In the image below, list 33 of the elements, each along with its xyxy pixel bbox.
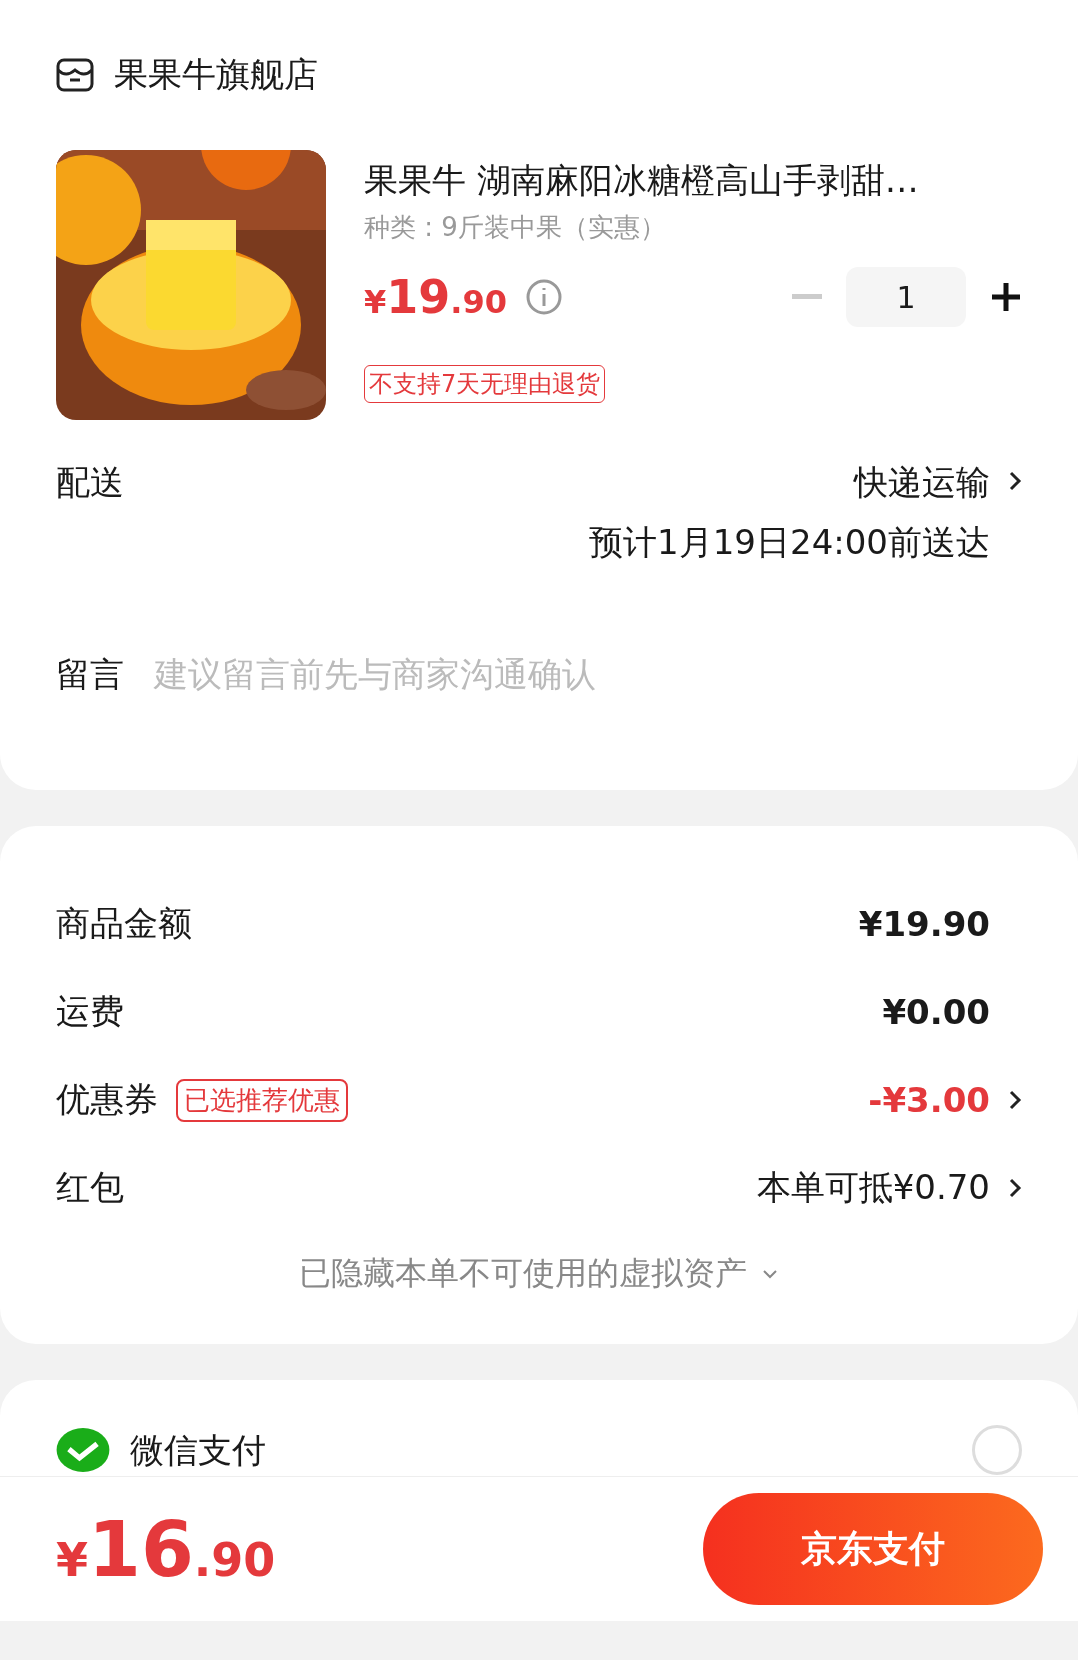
summary-value[interactable]: -¥3.00 (868, 1080, 990, 1120)
info-icon[interactable] (524, 278, 563, 316)
hidden-assets-note[interactable]: 已隐藏本单不可使用的虚拟资产 (299, 1252, 747, 1296)
chevron-right-icon (1008, 470, 1022, 492)
delivery-eta: 预计1月19日24:00前送达 (589, 521, 990, 564)
payment-method-name[interactable]: 微信支付 (130, 1433, 266, 1467)
product-price: ¥19.90 (364, 270, 507, 324)
summary-value: ¥19.90 (858, 904, 990, 944)
store-icon (56, 56, 94, 94)
summary-label: 优惠券 (56, 1078, 158, 1121)
summary-value[interactable]: 本单可抵¥0.70 (756, 1165, 990, 1211)
summary-label: 商品金额 (56, 902, 192, 945)
summary-label: 红包 (56, 1166, 124, 1209)
plus-icon[interactable] (990, 281, 1022, 313)
wechat-pay-icon (56, 1428, 110, 1472)
chevron-right-icon (1008, 1177, 1022, 1199)
message-label: 留言 (56, 653, 124, 696)
payment-radio[interactable] (972, 1425, 1022, 1475)
chevron-down-icon (761, 1268, 779, 1280)
summary-value: ¥0.00 (882, 992, 990, 1032)
return-policy-tag: 不支持7天无理由退货 (364, 365, 606, 403)
total-price: ¥16.90 (56, 1504, 276, 1594)
pay-button[interactable]: 京东支付 (703, 1493, 1043, 1605)
minus-icon[interactable] (792, 294, 822, 300)
summary-label: 运费 (56, 990, 124, 1033)
coupon-badge: 已选推荐优惠 (176, 1078, 348, 1122)
product-title: 果果牛 湖南麻阳冰糖橙高山手剥甜… (364, 159, 920, 202)
store-name[interactable]: 果果牛旗舰店 (114, 52, 318, 98)
delivery-label: 配送 (56, 461, 124, 504)
delivery-method[interactable]: 快递运输 (854, 460, 990, 506)
chevron-right-icon (1008, 1089, 1022, 1111)
quantity-field[interactable]: 1 (846, 267, 966, 327)
product-variant: 种类 : 9斤装中果（实惠） (364, 211, 667, 244)
